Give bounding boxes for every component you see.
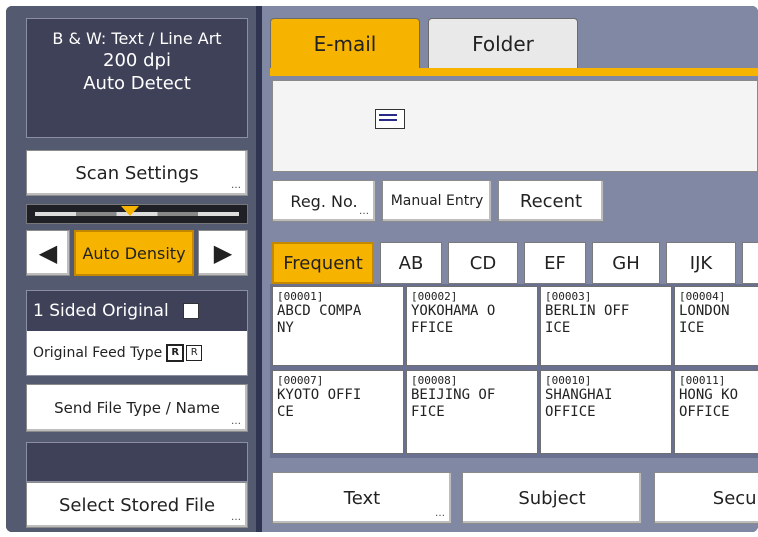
density-lighter-button[interactable]: ◀ (26, 230, 70, 276)
email-icon-line (379, 114, 397, 116)
original-feed-type-button[interactable]: Original Feed Type R R (27, 331, 247, 375)
entry-name-cont: OFFICE (545, 404, 596, 420)
more-icon: … (231, 512, 241, 523)
more-icon: … (359, 206, 369, 217)
auto-density-button[interactable]: Auto Density (74, 230, 194, 276)
scan-settings-label: Scan Settings (75, 162, 199, 184)
entry-number: [00003] (545, 290, 592, 303)
entry-name-cont: OFFICE (679, 404, 730, 420)
sided-original-label: 1 Sided Original (33, 301, 169, 321)
tab-folder-label: Folder (472, 31, 534, 56)
original-feed-type-label: Original Feed Type (33, 345, 163, 361)
email-icon-line (379, 119, 397, 121)
index-tab-label: EF (544, 252, 566, 274)
address-entry[interactable]: [00001] ABCD COMPA NY (272, 286, 404, 366)
send-file-type-label: Send File Type / Name (54, 399, 220, 417)
reg-no-label: Reg. No. (290, 191, 358, 211)
entry-name-cont: ICE (545, 320, 571, 336)
reg-no-button[interactable]: Reg. No. … (272, 180, 376, 222)
entry-name-cont: ICE (679, 320, 705, 336)
auto-density-label: Auto Density (82, 243, 186, 263)
entry-name: SHANGHAI (545, 387, 613, 403)
more-icon: … (435, 508, 445, 519)
entry-name-cont: FICE (411, 404, 445, 420)
size-detect-text: Auto Detect (83, 73, 191, 94)
index-tab-label: CD (469, 252, 497, 274)
select-stored-file-button[interactable]: Select Stored File … (26, 482, 248, 528)
original-orientation-icon (182, 303, 199, 319)
entry-name: YOKOHAMA O (411, 303, 496, 319)
destination-display (272, 80, 758, 172)
email-destination-icon (375, 109, 405, 129)
more-icon: … (231, 180, 241, 191)
tab-folder[interactable]: Folder (428, 18, 578, 68)
index-tab-gh[interactable]: GH (592, 242, 660, 284)
sided-original-display[interactable]: 1 Sided Original (27, 291, 247, 331)
feed-type-icon-r: R (166, 344, 185, 362)
address-entry[interactable]: [00002] YOKOHAMA O FFICE (406, 286, 538, 366)
density-marker-icon (121, 206, 139, 216)
index-tab-label: GH (612, 252, 640, 274)
entry-number: [00010] (545, 374, 592, 387)
entry-number: [00008] (411, 374, 458, 387)
index-tab-label: Frequent (283, 252, 363, 274)
stored-file-info (26, 442, 248, 482)
manual-entry-label: Manual Entry (390, 193, 484, 209)
entry-name: BERLIN OFF (545, 303, 630, 319)
feed-type-icon-rotated: R (186, 345, 203, 361)
tab-underline (270, 68, 758, 76)
scan-mode-text: B & W: Text / Line Art (52, 29, 222, 48)
select-stored-file-label: Select Stored File (58, 494, 216, 516)
index-tab-ijk[interactable]: IJK (666, 242, 736, 284)
original-group: 1 Sided Original Original Feed Type R R (26, 290, 248, 376)
density-darker-button[interactable]: ▶ (198, 230, 248, 276)
address-entry[interactable]: [00004] LONDON ICE (674, 286, 758, 366)
entry-name-cont: FFICE (411, 320, 454, 336)
address-entry[interactable]: [00010] SHANGHAI OFFICE (540, 370, 672, 454)
density-scale (26, 204, 248, 224)
entry-name-cont: CE (277, 404, 294, 420)
address-entry[interactable]: [00007] KYOTO OFFI CE (272, 370, 404, 454)
subject-button[interactable]: Subject (462, 472, 642, 524)
entry-name: ABCD COMPA (277, 303, 362, 319)
entry-number: [00007] (277, 374, 324, 387)
recent-button[interactable]: Recent (498, 180, 604, 222)
entry-number: [00002] (411, 290, 458, 303)
entry-name: KYOTO OFFI (277, 387, 362, 403)
address-entry[interactable]: [00011] HONG KO OFFICE (674, 370, 758, 454)
send-file-type-button[interactable]: Send File Type / Name … (26, 384, 248, 432)
screen-frame: B & W: Text / Line Art 200 dpi Auto Dete… (6, 6, 758, 532)
text-button[interactable]: Text … (272, 472, 452, 524)
address-entry[interactable]: [00003] BERLIN OFF ICE (540, 286, 672, 366)
text-button-label: Text (343, 487, 381, 509)
index-tab-ab[interactable]: AB (380, 242, 442, 284)
tab-email[interactable]: E-mail (270, 18, 420, 68)
index-tab-cd[interactable]: CD (448, 242, 518, 284)
index-tab-ef[interactable]: EF (524, 242, 586, 284)
left-panel: B & W: Text / Line Art 200 dpi Auto Dete… (6, 6, 256, 532)
tab-email-label: E-mail (313, 31, 377, 56)
more-icon: … (231, 416, 241, 427)
entry-name: LONDON (679, 303, 730, 319)
security-button[interactable]: Securi (654, 472, 758, 524)
index-tab-l[interactable]: L (742, 242, 758, 284)
index-tab-label: AB (398, 252, 424, 274)
manual-entry-button[interactable]: Manual Entry (382, 180, 492, 222)
entry-name-cont: NY (277, 320, 294, 336)
security-button-label: Securi (712, 487, 758, 509)
entry-name: HONG KO (679, 387, 739, 403)
entry-number: [00004] (679, 290, 726, 303)
index-tab-frequent[interactable]: Frequent (272, 242, 374, 284)
index-tab-label: IJK (689, 252, 713, 274)
scan-settings-button[interactable]: Scan Settings … (26, 150, 248, 196)
entry-number: [00001] (277, 290, 324, 303)
entry-name: BEIJING OF (411, 387, 496, 403)
address-entry[interactable]: [00008] BEIJING OF FICE (406, 370, 538, 454)
recent-label: Recent (519, 190, 583, 212)
entry-number: [00011] (679, 374, 726, 387)
right-panel: E-mail Folder Reg. No. … Manual Entry Re… (262, 6, 758, 532)
resolution-text: 200 dpi (103, 50, 171, 71)
subject-button-label: Subject (518, 487, 586, 509)
scan-status-display: B & W: Text / Line Art 200 dpi Auto Dete… (26, 18, 248, 138)
